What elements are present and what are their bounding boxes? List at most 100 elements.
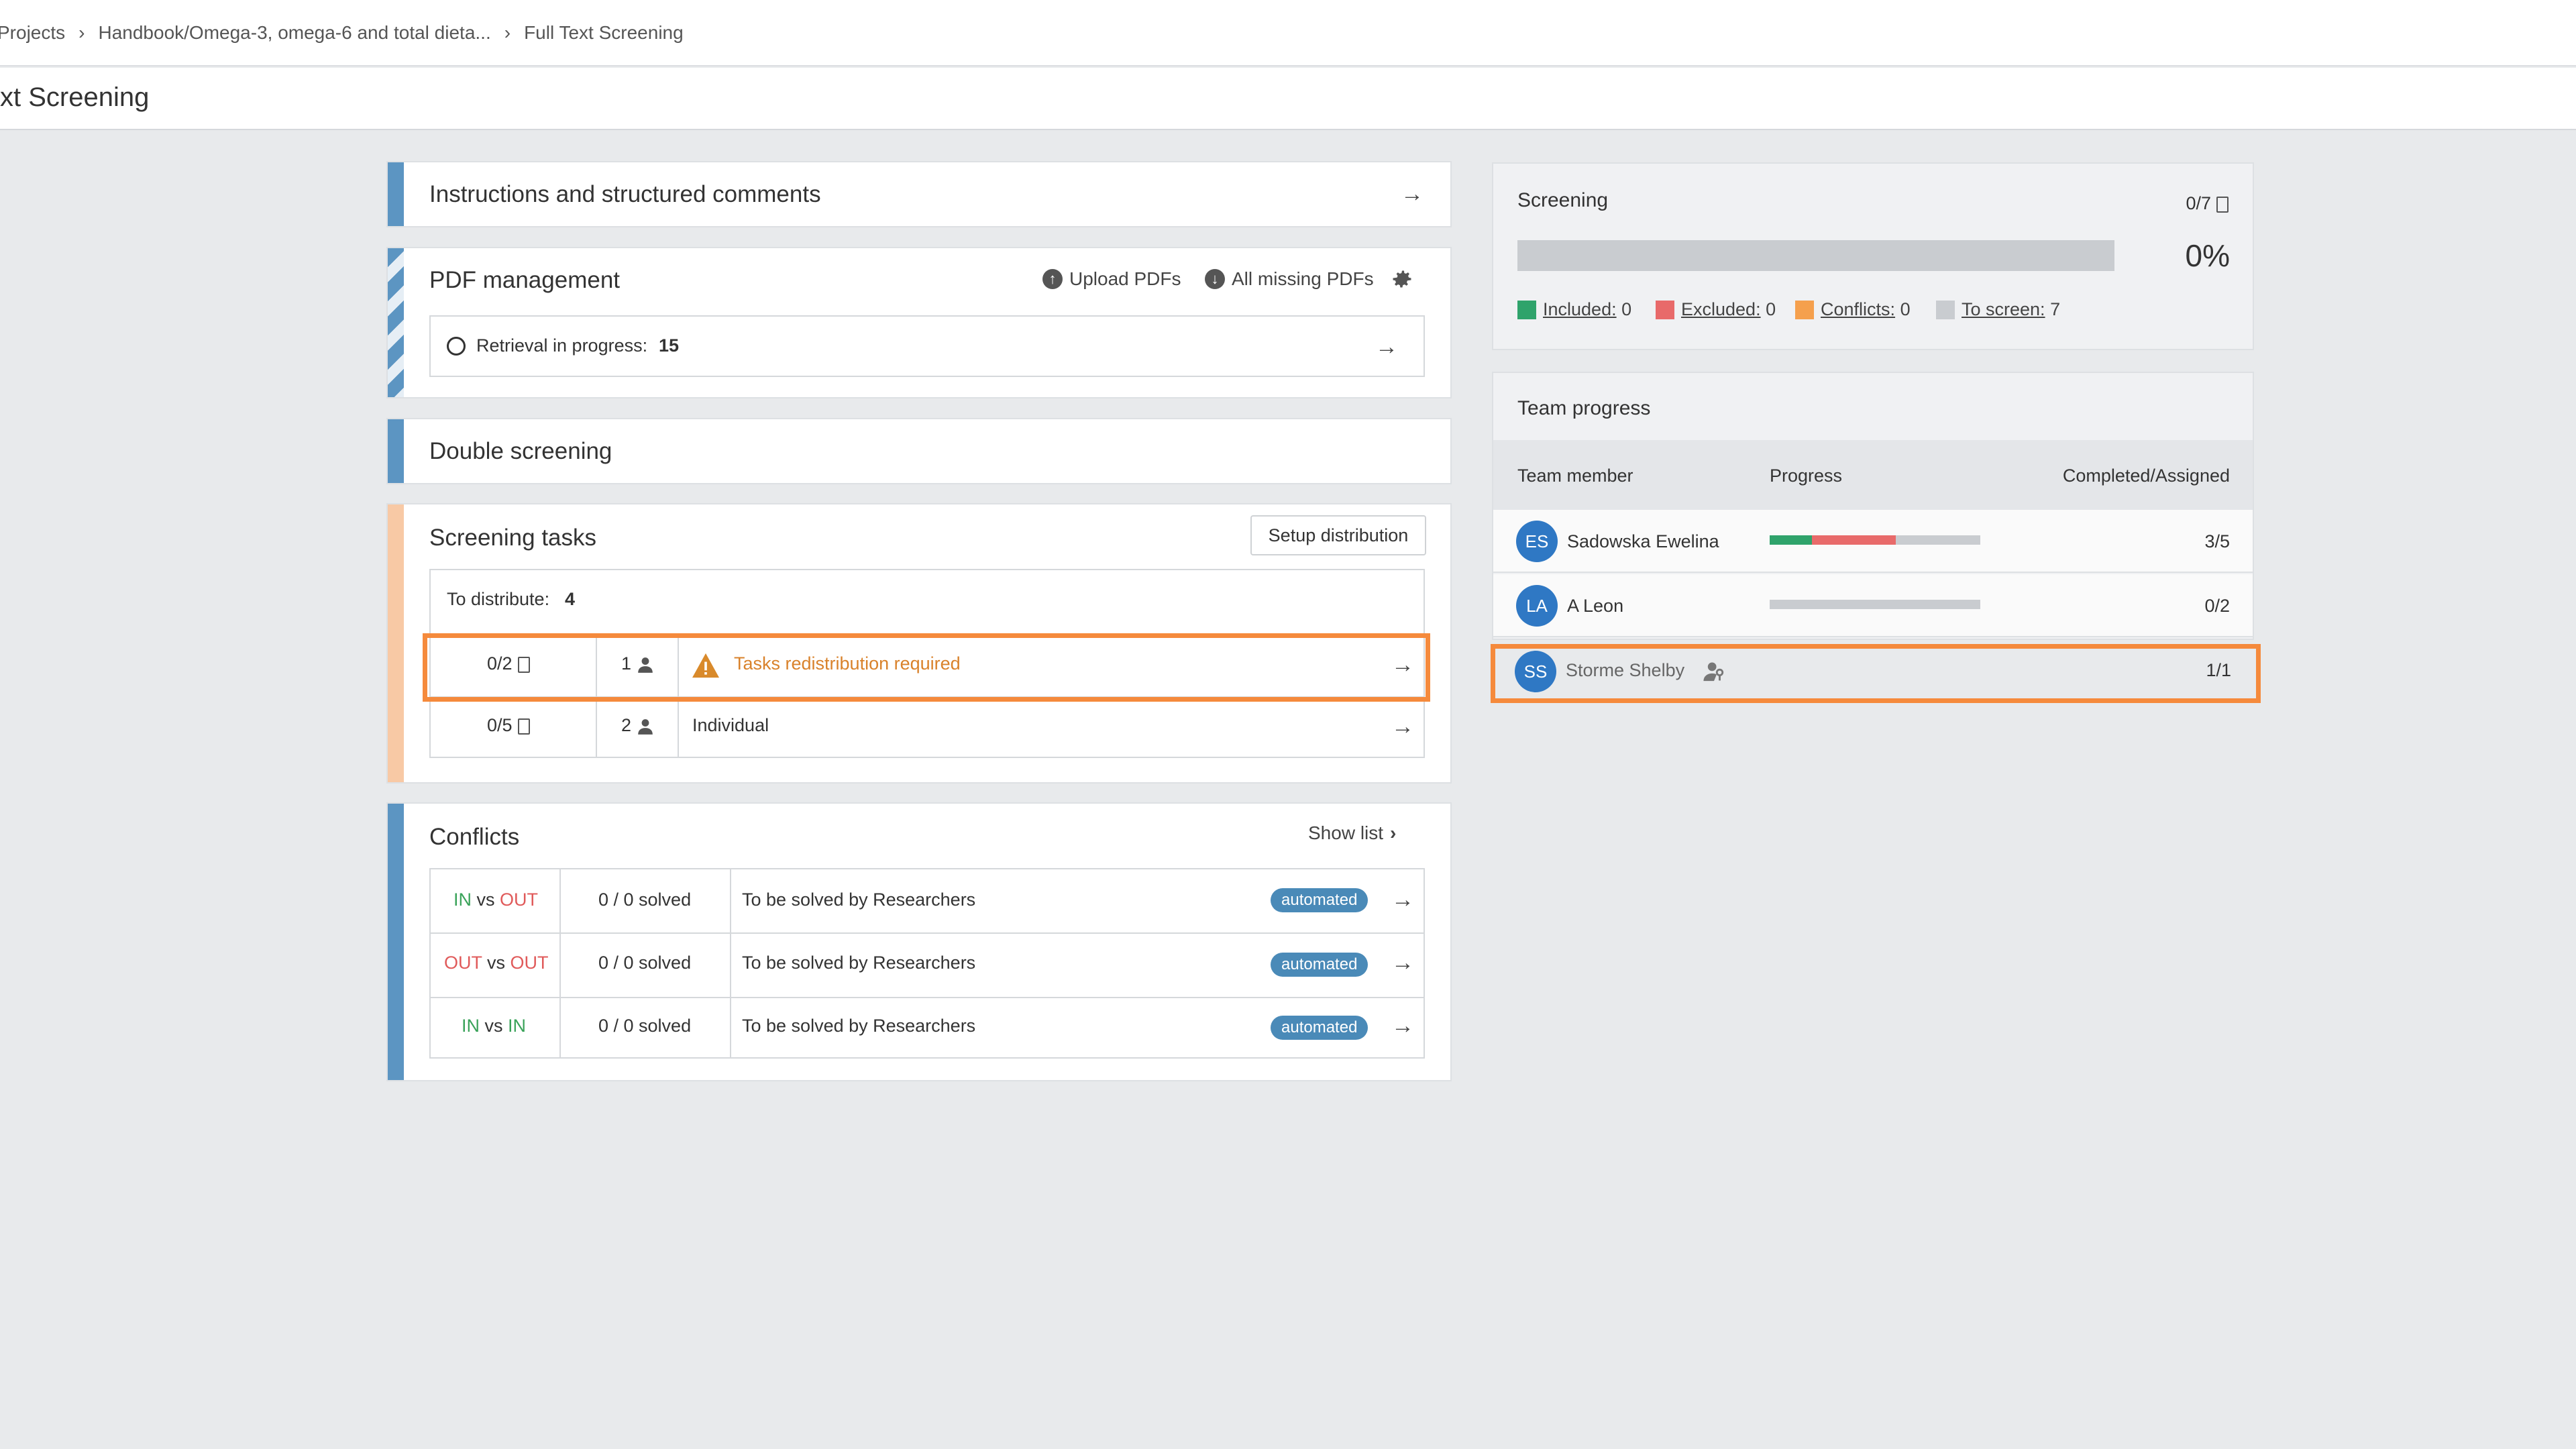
team-progress-panel: Team progress Team member Progress Compl… <box>1492 372 2254 640</box>
card-accent <box>388 248 404 397</box>
document-icon <box>517 656 530 673</box>
to-distribute-count: 4 <box>565 589 576 609</box>
page-title: xt Screening <box>0 83 150 112</box>
status-circle-icon <box>447 337 466 356</box>
document-icon <box>2216 196 2229 213</box>
upload-pdfs-button[interactable]: ↑ Upload PDFs <box>1042 268 1181 290</box>
divider <box>678 698 679 758</box>
task-row[interactable]: 0/2 1 Tasks redistribution required → <box>431 635 1424 696</box>
card-accent <box>388 162 404 226</box>
document-icon <box>517 718 530 735</box>
automated-badge: automated <box>1271 888 1368 912</box>
conflict-row[interactable]: OUT vs OUT 0 / 0 solved To be solved by … <box>431 934 1424 997</box>
team-member-row[interactable]: SS Storme Shelby 1/1 <box>1492 641 2254 702</box>
double-screening-card: Double screening <box>386 418 1452 484</box>
conflicts-card: Conflicts Show list › IN vs OUT 0 / 0 so… <box>386 802 1452 1081</box>
legend-conflicts[interactable]: Conflicts: 0 <box>1795 299 1911 320</box>
legend-swatch <box>1936 300 1955 319</box>
legend-included[interactable]: Included: 0 <box>1517 299 1631 320</box>
arrow-right-icon[interactable]: → <box>1391 653 1414 676</box>
arrow-right-icon[interactable]: → <box>1391 715 1414 738</box>
card-accent <box>388 804 404 1080</box>
divider <box>596 635 597 696</box>
team-progress-title: Team progress <box>1517 397 1651 419</box>
conflicts-title: Conflicts <box>429 824 520 850</box>
person-icon <box>638 719 653 735</box>
task-members: 1 <box>621 653 654 674</box>
warning-icon <box>692 653 719 678</box>
breadcrumb-current: Full Text Screening <box>524 21 684 43</box>
screening-percent: 0% <box>2185 238 2230 273</box>
show-list-label: Show list <box>1308 822 1384 843</box>
pdf-management-title: PDF management <box>429 267 621 293</box>
team-member-row[interactable]: ES Sadowska Ewelina 3/5 <box>1493 510 2253 573</box>
task-row[interactable]: 0/5 2 Individual → <box>431 698 1424 758</box>
task-status: Tasks redistribution required <box>734 653 961 674</box>
col-progress: Progress <box>1770 466 1843 486</box>
tasks-table: To distribute: 4 0/2 1 Tasks redistribut… <box>429 569 1425 758</box>
screening-progress-bar <box>1517 240 2114 271</box>
breadcrumb-project[interactable]: Handbook/Omega-3, omega-6 and total diet… <box>98 22 490 44</box>
breadcrumb: Projects › Handbook/Omega-3, omega-6 and… <box>0 0 2576 66</box>
conflict-type: OUT vs OUT <box>444 953 549 973</box>
breadcrumb-projects[interactable]: Projects <box>0 22 65 44</box>
member-name: Sadowska Ewelina <box>1567 531 1719 551</box>
conflicts-table: IN vs OUT 0 / 0 solved To be solved by R… <box>429 868 1425 1059</box>
avatar: SS <box>1515 651 1556 692</box>
legend-excluded[interactable]: Excluded: 0 <box>1656 299 1776 320</box>
task-docs: 0/2 <box>487 653 530 674</box>
retrieval-count: 15 <box>659 335 680 356</box>
legend-swatch <box>1656 300 1674 319</box>
arrow-right-icon[interactable]: → <box>1375 335 1398 358</box>
legend-to-screen[interactable]: To screen: 7 <box>1936 299 2060 320</box>
setup-distribution-button[interactable]: Setup distribution <box>1250 515 1426 555</box>
screening-title: Screening <box>1517 189 1609 211</box>
conflict-solved: 0 / 0 solved <box>598 1016 692 1036</box>
member-name: Storme Shelby <box>1566 660 1685 680</box>
member-progress-green <box>1770 535 1812 545</box>
member-progress-bar <box>1770 535 1980 545</box>
conflict-row[interactable]: IN vs IN 0 / 0 solved To be solved by Re… <box>431 998 1424 1059</box>
divider <box>678 635 679 696</box>
task-members: 2 <box>621 715 654 736</box>
team-table-header: Team member Progress Completed/Assigned <box>1493 440 2253 510</box>
conflict-type: IN vs OUT <box>453 890 539 910</box>
instructions-card[interactable]: Instructions and structured comments → <box>386 161 1452 227</box>
conflict-desc: To be solved by Researchers <box>742 1016 976 1036</box>
chevron-right-icon: › <box>504 21 511 43</box>
show-list-button[interactable]: Show list › <box>1308 822 1396 844</box>
avatar: ES <box>1516 521 1558 562</box>
pdf-management-card: PDF management ↑ Upload PDFs ↓ All missi… <box>386 247 1452 398</box>
person-icon <box>638 657 653 673</box>
all-missing-pdfs-button[interactable]: ↓ All missing PDFs <box>1205 268 1374 290</box>
retrieval-row[interactable]: Retrieval in progress: 15 → <box>429 315 1425 377</box>
team-member-row[interactable]: LA A Leon 0/2 <box>1493 574 2253 637</box>
conflict-row[interactable]: IN vs OUT 0 / 0 solved To be solved by R… <box>431 869 1424 932</box>
upload-pdfs-label: Upload PDFs <box>1069 268 1181 289</box>
upload-icon: ↑ <box>1042 269 1063 289</box>
screening-count: 0/7 <box>2186 193 2229 214</box>
task-docs: 0/5 <box>487 715 530 736</box>
person-key-icon[interactable] <box>1703 660 1725 683</box>
card-accent <box>388 504 404 782</box>
conflict-type: IN vs IN <box>462 1016 527 1036</box>
member-name: A Leon <box>1567 596 1624 616</box>
automated-badge: automated <box>1271 953 1368 977</box>
all-missing-pdfs-label: All missing PDFs <box>1232 268 1374 289</box>
screening-panel: Screening 0/7 0% Included: 0 Excluded: 0… <box>1492 162 2254 350</box>
member-completed: 3/5 <box>2204 531 2230 551</box>
gear-icon[interactable] <box>1390 267 1414 294</box>
conflict-solved: 0 / 0 solved <box>598 953 692 973</box>
arrow-right-icon[interactable]: → <box>1391 888 1414 911</box>
card-accent <box>388 419 404 483</box>
arrow-right-icon[interactable]: → <box>1401 182 1424 205</box>
instructions-title: Instructions and structured comments <box>429 181 821 207</box>
conflict-solved: 0 / 0 solved <box>598 890 692 910</box>
divider <box>596 698 597 758</box>
arrow-right-icon[interactable]: → <box>1391 951 1414 974</box>
avatar: LA <box>1516 585 1558 627</box>
download-icon: ↓ <box>1205 269 1225 289</box>
col-completed: Completed/Assigned <box>2062 466 2230 486</box>
arrow-right-icon[interactable]: → <box>1391 1014 1414 1037</box>
screening-tasks-title: Screening tasks <box>429 525 597 551</box>
